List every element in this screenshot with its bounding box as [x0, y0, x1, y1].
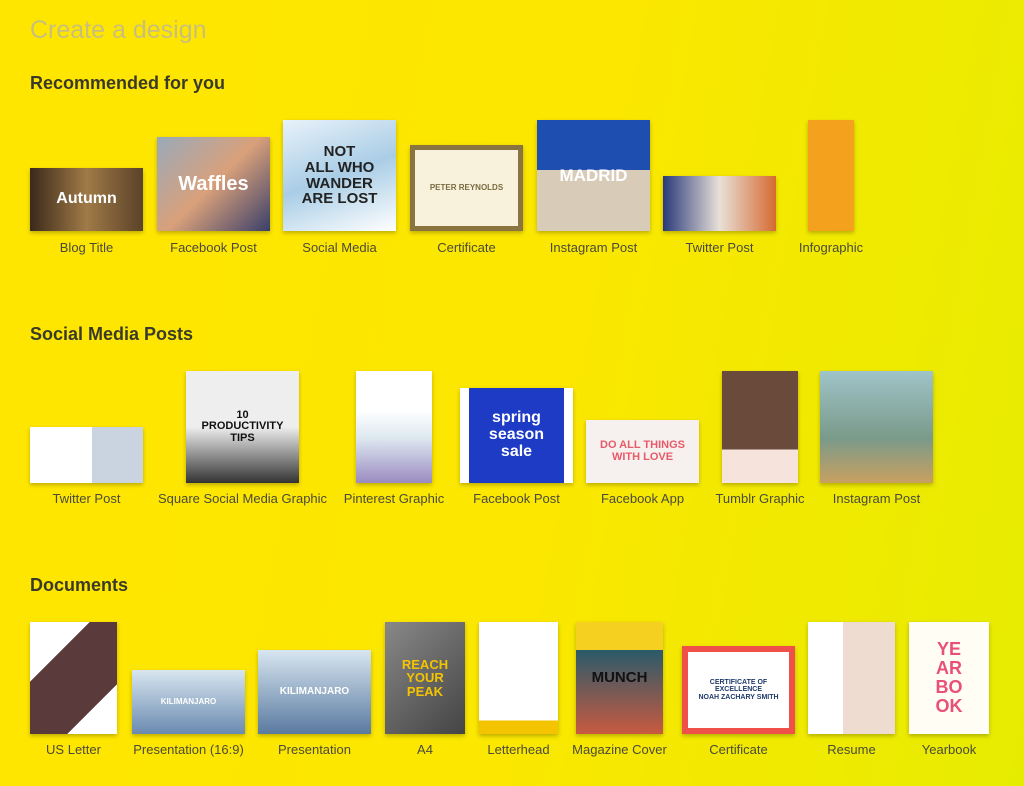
thumbnail-text: PETER REYNOLDS [429, 182, 504, 192]
thumbnail-text: spring season sale [488, 409, 545, 460]
template-thumbnail-instagram-post[interactable] [820, 371, 933, 483]
template-label-blog-title[interactable]: Blog Title [60, 240, 113, 255]
template-label-facebook-post[interactable]: Facebook Post [170, 240, 257, 255]
template-label-social-media[interactable]: Social Media [302, 240, 376, 255]
section-heading-documents: Documents [30, 575, 129, 595]
template-label-certificate[interactable]: Certificate [709, 742, 768, 757]
template-label-letterhead[interactable]: Letterhead [487, 742, 549, 757]
template-label-tumblr-graphic[interactable]: Tumblr Graphic [715, 491, 804, 506]
page-title: Create a design [30, 16, 207, 44]
template-thumbnail-instagram-post[interactable]: MADRID [537, 120, 650, 231]
thumbnail-text: DO ALL THINGS WITH LOVE [600, 438, 685, 463]
template-thumbnail-us-letter[interactable] [30, 622, 117, 734]
template-thumbnail-infographic[interactable] [808, 120, 854, 231]
thumbnail-text: REACH YOUR PEAK [401, 656, 449, 699]
template-label-twitter-post[interactable]: Twitter Post [686, 240, 754, 255]
template-label-presentation-16-9[interactable]: Presentation (16:9) [133, 742, 244, 757]
template-label-certificate[interactable]: Certificate [437, 240, 496, 255]
template-thumbnail-yearbook[interactable]: YE AR BO OK [909, 622, 989, 734]
template-thumbnail-a4[interactable]: REACH YOUR PEAK [385, 622, 465, 734]
section-heading-recommended: Recommended for you [30, 73, 226, 93]
template-thumbnail-magazine-cover[interactable]: MUNCH [576, 622, 663, 734]
template-thumbnail-certificate[interactable]: PETER REYNOLDS [410, 145, 523, 231]
template-thumbnail-tumblr-graphic[interactable] [722, 371, 798, 483]
template-thumbnail-twitter-post[interactable] [663, 176, 776, 231]
thumbnail-text: KILIMANJARO [279, 685, 350, 697]
template-label-magazine-cover[interactable]: Magazine Cover [572, 742, 667, 757]
template-thumbnail-presentation[interactable]: KILIMANJARO [258, 650, 371, 734]
template-label-facebook-app[interactable]: Facebook App [601, 491, 684, 506]
thumbnail-text: Waffles [178, 172, 249, 195]
template-label-twitter-post[interactable]: Twitter Post [53, 491, 121, 506]
template-label-a4[interactable]: A4 [417, 742, 433, 757]
template-label-instagram-post[interactable]: Instagram Post [550, 240, 637, 255]
template-thumbnail-social-media[interactable]: NOT ALL WHO WANDER ARE LOST [283, 120, 396, 231]
template-thumbnail-facebook-post[interactable]: Waffles [157, 137, 270, 231]
thumbnail-text: NOT ALL WHO WANDER ARE LOST [301, 143, 378, 208]
template-thumbnail-presentation-16-9[interactable]: KILIMANJARO [132, 670, 245, 734]
template-thumbnail-pinterest-graphic[interactable] [356, 371, 432, 483]
template-thumbnail-resume[interactable] [808, 622, 895, 734]
thumbnail-text: MADRID [559, 165, 628, 185]
template-thumbnail-facebook-app[interactable]: DO ALL THINGS WITH LOVE [586, 420, 699, 483]
template-label-us-letter[interactable]: US Letter [46, 742, 101, 757]
template-thumbnail-certificate[interactable]: CERTIFICATE OF EXCELLENCE NOAH ZACHARY S… [682, 646, 795, 734]
thumbnail-text: CERTIFICATE OF EXCELLENCE NOAH ZACHARY S… [698, 678, 779, 701]
template-label-yearbook[interactable]: Yearbook [922, 742, 976, 757]
template-label-presentation[interactable]: Presentation [278, 742, 351, 757]
template-label-square-social-media-graphic[interactable]: Square Social Media Graphic [158, 491, 327, 506]
thumbnail-text: Autumn [56, 190, 117, 208]
template-thumbnail-twitter-post[interactable] [30, 427, 143, 483]
section-heading-social-media-posts: Social Media Posts [30, 324, 194, 344]
template-label-pinterest-graphic[interactable]: Pinterest Graphic [344, 491, 444, 506]
template-label-infographic[interactable]: Infographic [799, 240, 863, 255]
template-label-facebook-post[interactable]: Facebook Post [473, 491, 560, 506]
thumbnail-text: MUNCH [591, 669, 648, 687]
template-label-instagram-post[interactable]: Instagram Post [833, 491, 920, 506]
template-thumbnail-letterhead[interactable] [479, 622, 558, 734]
thumbnail-text: 10 PRODUCTIVITY TIPS [201, 408, 284, 444]
template-label-resume[interactable]: Resume [827, 742, 875, 757]
template-thumbnail-square-social-media-graphic[interactable]: 10 PRODUCTIVITY TIPS [186, 371, 299, 483]
thumbnail-text: KILIMANJARO [160, 696, 217, 706]
template-thumbnail-facebook-post[interactable]: spring season sale [460, 388, 573, 483]
thumbnail-text: YE AR BO OK [935, 639, 963, 716]
template-thumbnail-blog-title[interactable]: Autumn [30, 168, 143, 231]
